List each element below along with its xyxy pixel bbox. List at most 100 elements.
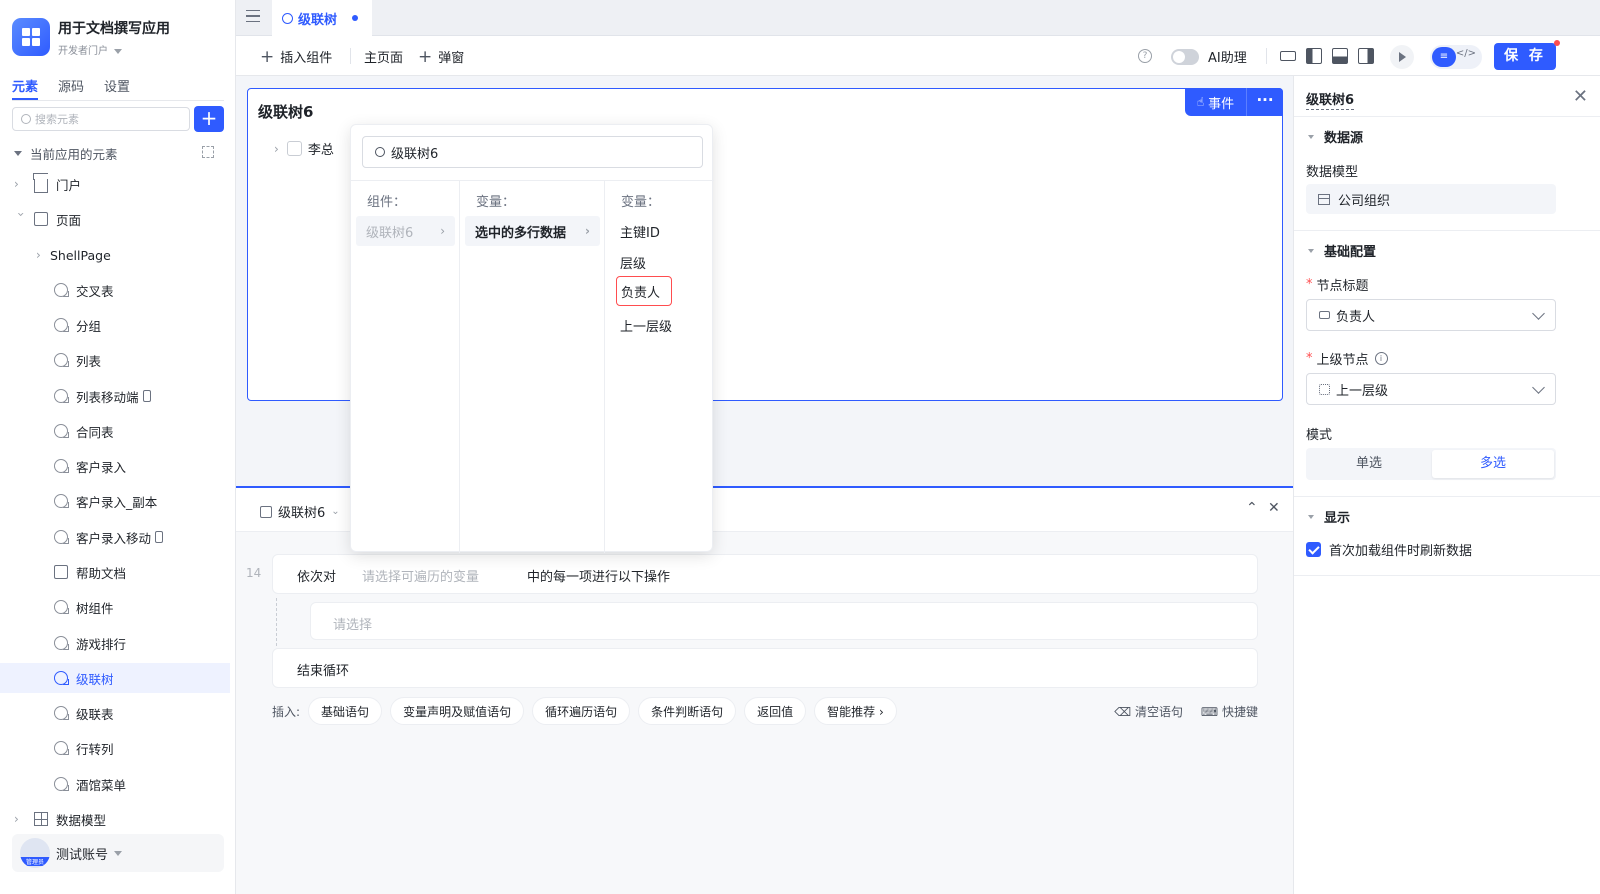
tree-item-page[interactable]: 级联表 <box>0 698 230 728</box>
picker-variable-item[interactable]: 选中的多行数据 › <box>465 216 600 246</box>
save-button[interactable]: 保 存 <box>1494 43 1556 70</box>
user-account[interactable]: 管理员 测试账号 <box>12 834 224 872</box>
collapse-sidebar-icon[interactable] <box>246 10 260 22</box>
add-element-button[interactable]: + <box>194 106 224 132</box>
node-checkbox[interactable] <box>286 141 302 156</box>
pages-icon <box>34 212 48 226</box>
tree-item-label: 客户录入_副本 <box>76 494 158 510</box>
tree-item-page[interactable]: 客户录入 <box>0 451 230 481</box>
tab-settings[interactable]: 设置 <box>104 76 130 100</box>
element-search-input[interactable]: 搜索元素 <box>12 107 190 131</box>
tab-cascade-tree[interactable]: 级联树 <box>272 0 372 36</box>
tab-elements[interactable]: 元素 <box>12 76 39 100</box>
tree-item-label: 交叉表 <box>76 283 114 299</box>
field-icon <box>1319 311 1330 319</box>
tree-item-page[interactable]: 合同表 <box>0 416 230 446</box>
insert-component-button[interactable]: + 插入组件 <box>260 47 332 67</box>
clear-statements-button[interactable]: ⌫ 清空语句 <box>1114 705 1183 719</box>
insert-condition-statement[interactable]: 条件判断语句 <box>638 697 737 725</box>
tree-item-shellpage[interactable]: › ShellPage <box>0 240 230 270</box>
tree-item-page[interactable]: 客户录入_副本 <box>0 486 230 516</box>
preview-button[interactable] <box>1390 45 1414 69</box>
tree-item-page[interactable]: 客户录入移动 <box>0 522 230 552</box>
loop-variable-select[interactable]: 请选择可遍历的变量 <box>362 566 479 585</box>
help-icon[interactable]: ? <box>1138 49 1152 63</box>
tree-item-label: 分组 <box>76 318 102 334</box>
hierarchy-icon <box>1319 383 1330 395</box>
tree-item-label: 游戏排行 <box>76 636 127 652</box>
info-icon[interactable]: i <box>1374 352 1388 365</box>
shortcuts-button[interactable]: ⌨ 快捷键 <box>1201 705 1258 719</box>
tab-source[interactable]: 源码 <box>58 76 84 100</box>
code-mode-icon[interactable]: </> <box>1456 48 1476 59</box>
caret-down-icon <box>14 150 22 156</box>
tree-item-page[interactable]: 列表 <box>0 345 230 375</box>
inner-statement[interactable]: 请选择 <box>310 602 1258 640</box>
picker-field-item-highlighted[interactable]: 负责人 <box>616 276 672 306</box>
tree-item-page[interactable]: 交叉表 <box>0 275 230 305</box>
insert-return-value[interactable]: 返回值 <box>744 697 807 725</box>
insert-smart-recommend[interactable]: 智能推荐 › <box>814 697 897 725</box>
ai-assistant-toggle[interactable] <box>1171 49 1199 65</box>
insert-variable-statement[interactable]: 变量声明及赋值语句 <box>390 697 525 725</box>
refresh-on-load-checkbox[interactable]: 首次加载组件时刷新数据 <box>1306 540 1472 559</box>
design-mode-icon[interactable]: ≡ <box>1432 47 1456 67</box>
picker-component-item[interactable]: 级联树6 › <box>356 216 455 246</box>
more-button[interactable]: ··· <box>1247 88 1283 116</box>
tree-item-page[interactable]: 树组件 <box>0 592 230 622</box>
tree-item-page[interactable]: 行转列 <box>0 733 230 763</box>
insert-loop-statement[interactable]: 循环遍历语句 <box>532 697 631 725</box>
tree-item-portal[interactable]: › 门户 <box>0 169 230 199</box>
tree-section-current-app[interactable]: 当前应用的元素 <box>0 138 230 168</box>
bottom-panel-icon[interactable] <box>1332 48 1348 64</box>
tree-node[interactable]: › 李总 <box>274 139 334 158</box>
logic-component-select[interactable]: 级联树6 ⌄ <box>260 502 340 521</box>
tree-item-pages[interactable]: › 页面 <box>0 204 230 234</box>
home-page-button[interactable]: 主页面 <box>364 47 403 66</box>
chevron-down-icon: ⌄ <box>331 506 340 517</box>
page-icon <box>54 494 69 508</box>
tree-item-page[interactable]: 分组 <box>0 310 230 340</box>
shortcuts-label: 快捷键 <box>1221 705 1258 719</box>
picker-field-item[interactable]: 层级 <box>610 247 690 277</box>
tree-item-data-model[interactable]: › 数据模型 <box>0 804 230 834</box>
search-icon <box>375 147 385 157</box>
tree-item-page-active[interactable]: 级联树 <box>0 663 230 693</box>
insert-right-actions: ⌫ 清空语句 ⌨ 快捷键 <box>1114 703 1258 720</box>
section-datasource[interactable]: 数据源 <box>1308 127 1363 146</box>
popup-button[interactable]: + 弹窗 <box>418 47 464 67</box>
node-title-select[interactable]: 负责人 <box>1306 299 1556 331</box>
mode-single-option[interactable]: 单选 <box>1308 450 1430 478</box>
tree-item-page[interactable]: 帮助文档 <box>0 557 230 587</box>
chevron-right-icon: › <box>14 177 19 191</box>
collapse-icon[interactable]: ⌃ <box>1246 500 1258 516</box>
right-panel-icon[interactable] <box>1358 48 1374 64</box>
tree-item-page[interactable]: 酒馆菜单 <box>0 769 230 799</box>
section-display[interactable]: 显示 <box>1308 507 1350 526</box>
chevron-right-icon[interactable]: › <box>274 142 279 156</box>
checkbox-label: 首次加载组件时刷新数据 <box>1329 544 1473 559</box>
document-icon <box>54 565 68 579</box>
loop-statement[interactable]: 依次对 请选择可遍历的变量 中的每一项进行以下操作 <box>272 554 1258 594</box>
tree-item-page[interactable]: 游戏排行 <box>0 628 230 658</box>
tree-item-label: 合同表 <box>76 424 114 440</box>
insert-basic-statement[interactable]: 基础语句 <box>308 697 383 725</box>
section-basic-config[interactable]: 基础配置 <box>1308 241 1376 260</box>
checkbox-checked[interactable] <box>1306 542 1321 557</box>
select-value: 负责人 <box>1336 309 1376 325</box>
design-code-switch[interactable]: ≡ </> <box>1430 45 1482 69</box>
close-icon[interactable]: ✕ <box>1268 500 1280 516</box>
tree-item-page[interactable]: 列表移动端 <box>0 381 230 411</box>
locate-icon[interactable] <box>202 146 214 158</box>
mode-multiple-option[interactable]: 多选 <box>1432 450 1554 478</box>
parent-node-select[interactable]: 上一层级 <box>1306 373 1556 405</box>
left-panel-icon[interactable] <box>1306 48 1322 64</box>
picker-search-input[interactable]: 级联树6 <box>362 136 703 168</box>
layout-icon[interactable] <box>1280 51 1296 61</box>
picker-field-item[interactable]: 上一层级 <box>610 310 700 340</box>
event-button[interactable]: ☝ 事件 <box>1185 88 1247 116</box>
close-icon[interactable]: ✕ <box>1573 86 1588 107</box>
picker-field-item[interactable]: 主键ID <box>610 216 690 246</box>
app-portal-switch[interactable]: 开发者门户 <box>58 42 122 57</box>
properties-panel: 级联树6 ✕ 数据源 数据模型 公司组织 基础配置 * 节点标题 负责人 * 上级节… <box>1293 76 1600 894</box>
